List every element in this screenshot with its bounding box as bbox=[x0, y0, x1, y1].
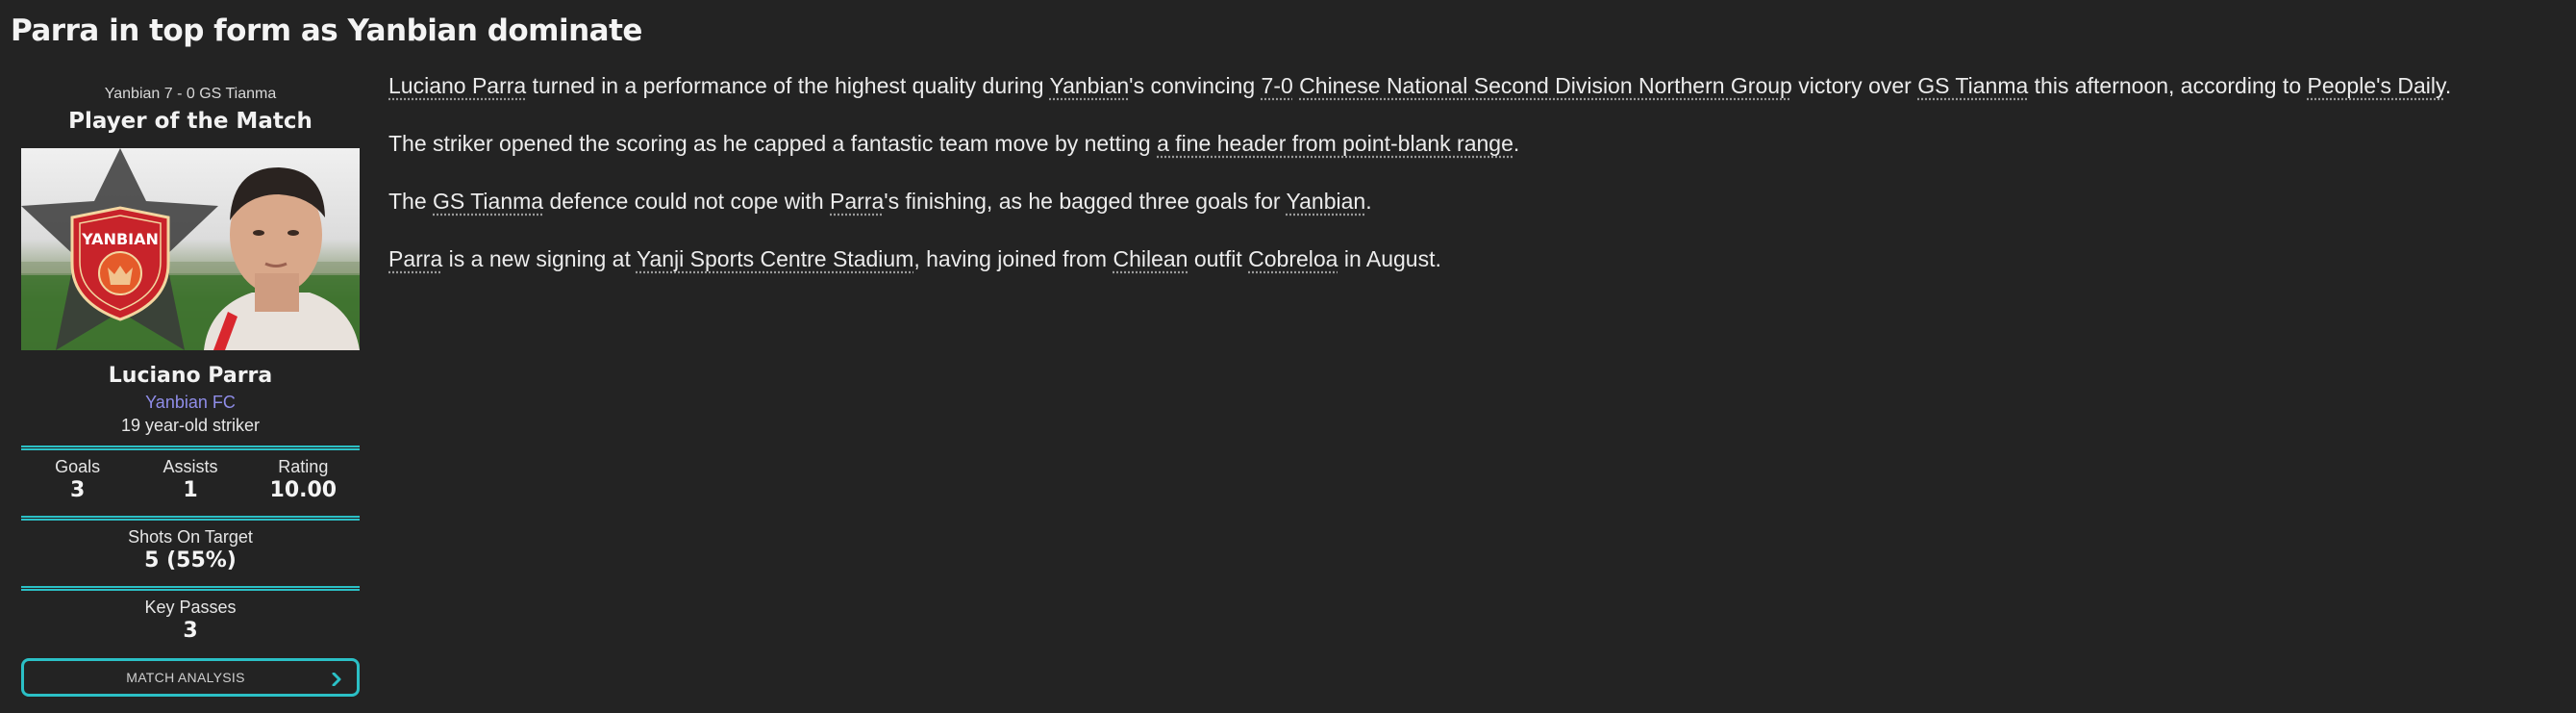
stat-label: Shots On Target bbox=[128, 527, 253, 547]
player-description: 19 year-old striker bbox=[120, 416, 261, 435]
article-text: The striker opened the scoring as he cap… bbox=[388, 131, 1158, 156]
article-text: 's convincing bbox=[1129, 73, 1262, 98]
article-text: in August. bbox=[1338, 246, 1441, 271]
article-paragraph-4: Parra is a new signing at Yanji Sports C… bbox=[388, 244, 2571, 273]
award-title: Player of the Match bbox=[68, 109, 313, 134]
article-text: 's finishing, as he bagged three goals f… bbox=[884, 189, 1287, 214]
stats-row-shots: Shots On Target 5 (55%) bbox=[21, 526, 360, 574]
article-paragraph-2: The striker opened the scoring as he cap… bbox=[388, 129, 2571, 158]
article-text: defence could not cope with bbox=[543, 189, 830, 214]
article-paragraph-3: The GS Tianma defence could not cope wit… bbox=[388, 187, 2571, 216]
club-link[interactable]: Yanbian bbox=[1049, 73, 1129, 98]
article-text: , having joined from bbox=[913, 246, 1113, 271]
stats-divider bbox=[21, 586, 360, 591]
nation-link[interactable]: Chilean bbox=[1113, 246, 1188, 271]
article-text: outfit bbox=[1188, 246, 1249, 271]
player-face bbox=[204, 167, 360, 350]
stat-value: 1 bbox=[183, 478, 198, 502]
media-source-link[interactable]: People's Daily bbox=[2308, 73, 2445, 98]
player-portrait-image: YANBIAN bbox=[21, 148, 360, 350]
article-text: is a new signing at bbox=[442, 246, 637, 271]
match-score-link[interactable]: 7-0 bbox=[1262, 73, 1293, 98]
stat-value: 3 bbox=[70, 478, 86, 502]
svg-text:YANBIAN: YANBIAN bbox=[81, 230, 159, 248]
stats-divider bbox=[21, 446, 360, 450]
stat-value: 3 bbox=[183, 619, 198, 643]
article-text: this afternoon, according to bbox=[2028, 73, 2308, 98]
chevron-right-icon bbox=[332, 672, 341, 691]
stats-row-main: Goals 3 Assists 1 Rating 10.00 bbox=[21, 456, 360, 504]
news-headline: Parra in top form as Yanbian dominate bbox=[11, 13, 642, 48]
stat-key-passes: Key Passes 3 bbox=[21, 597, 360, 645]
stat-shots-on-target: Shots On Target 5 (55%) bbox=[21, 526, 360, 574]
stadium-link[interactable]: Yanji Sports Centre Stadium bbox=[637, 246, 914, 271]
stat-value: 5 (55%) bbox=[144, 548, 237, 573]
stat-goals: Goals 3 bbox=[25, 456, 131, 504]
opponent-link[interactable]: GS Tianma bbox=[1917, 73, 2028, 98]
club-link[interactable]: Yanbian FC bbox=[21, 393, 360, 413]
stat-rating: Rating 10.00 bbox=[250, 456, 356, 504]
stat-label: Key Passes bbox=[144, 598, 237, 617]
article-text: . bbox=[1365, 189, 1372, 214]
stat-label: Assists bbox=[163, 457, 218, 476]
stat-label: Goals bbox=[55, 457, 101, 476]
stat-value: 10.00 bbox=[269, 478, 338, 502]
news-page: Parra in top form as Yanbian dominate Ya… bbox=[0, 0, 2576, 713]
stat-label: Rating bbox=[278, 457, 329, 476]
player-link[interactable]: Parra bbox=[830, 189, 884, 214]
article-text: . bbox=[2444, 73, 2452, 98]
article-text: The bbox=[388, 189, 434, 214]
opponent-link[interactable]: GS Tianma bbox=[433, 189, 543, 214]
match-analysis-label: MATCH ANALYSIS bbox=[126, 670, 245, 685]
article-text: . bbox=[1513, 131, 1520, 156]
former-club-link[interactable]: Cobreloa bbox=[1248, 246, 1338, 271]
player-link[interactable]: Parra bbox=[388, 246, 442, 271]
article-text: turned in a performance of the highest q… bbox=[526, 73, 1050, 98]
player-of-match-panel: Yanbian 7 - 0 GS Tianma Player of the Ma… bbox=[21, 83, 360, 699]
news-article-body: Luciano Parra turned in a performance of… bbox=[388, 71, 2571, 302]
stats-row-key-passes: Key Passes 3 bbox=[21, 597, 360, 645]
match-analysis-button[interactable]: MATCH ANALYSIS bbox=[21, 658, 360, 697]
stats-divider bbox=[21, 516, 360, 521]
goal-highlight-link[interactable]: a fine header from point-blank range bbox=[1157, 131, 1513, 156]
article-text: victory over bbox=[1791, 73, 1918, 98]
article-paragraph-1: Luciano Parra turned in a performance of… bbox=[388, 71, 2571, 100]
stat-assists: Assists 1 bbox=[138, 456, 243, 504]
club-link[interactable]: Yanbian bbox=[1287, 189, 1366, 214]
player-photo: YANBIAN bbox=[21, 148, 360, 350]
match-score-line: Yanbian 7 - 0 GS Tianma bbox=[104, 86, 277, 102]
player-link[interactable]: Luciano Parra bbox=[388, 73, 526, 98]
player-name: Luciano Parra bbox=[108, 364, 273, 388]
competition-link[interactable]: Chinese National Second Division Norther… bbox=[1299, 73, 1792, 98]
